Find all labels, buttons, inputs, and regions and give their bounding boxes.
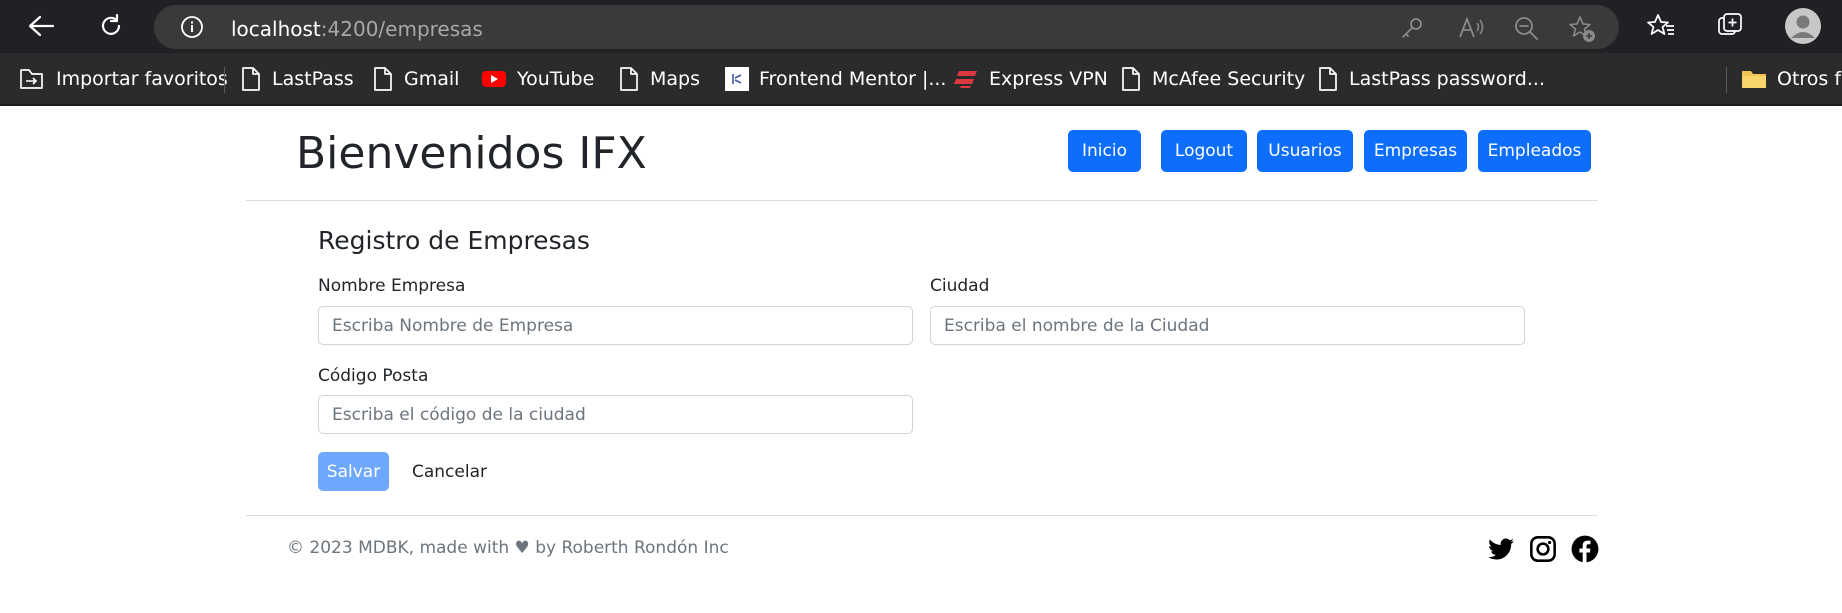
favorites-icon[interactable] <box>1645 10 1677 42</box>
nav-inicio-button[interactable]: Inicio <box>1068 130 1141 172</box>
site-info-icon[interactable] <box>180 15 204 39</box>
bookmark-express-vpn[interactable]: Express VPN <box>953 65 1108 93</box>
nombre-empresa-input[interactable] <box>318 306 913 345</box>
bookmark-mcafee[interactable]: McAfee Security <box>1120 65 1305 93</box>
add-favorite-icon[interactable] <box>1568 15 1595 42</box>
expressvpn-icon <box>954 71 977 88</box>
save-button[interactable]: Salvar <box>318 452 389 491</box>
footer-copyright: © 2023 MDBK, made with ♥ by Roberth Rond… <box>287 538 729 558</box>
refresh-icon[interactable] <box>95 10 127 42</box>
twitter-icon[interactable] <box>1487 535 1515 563</box>
footer-divider <box>246 515 1598 516</box>
bookmark-label: Express VPN <box>989 68 1108 90</box>
bookmark-label: LastPass <box>272 68 354 90</box>
nav-usuarios-button[interactable]: Usuarios <box>1257 130 1353 172</box>
frontend-mentor-icon <box>725 67 749 91</box>
bookmark-label: LastPass password... <box>1349 68 1545 90</box>
bookmark-lastpass-password[interactable]: LastPass password... <box>1317 65 1545 93</box>
bookmark-label: Otros fa <box>1777 68 1842 90</box>
page-icon <box>1319 67 1337 91</box>
header-divider <box>246 200 1598 201</box>
page-icon <box>1122 67 1140 91</box>
page-icon <box>620 67 638 91</box>
youtube-icon <box>482 71 506 87</box>
ciudad-label: Ciudad <box>930 276 990 296</box>
browser-toolbar: localhost:4200/empresas <box>0 0 1842 53</box>
bookmark-otros-favoritos[interactable]: Otros fa <box>1741 65 1842 93</box>
nav-logout-button[interactable]: Logout <box>1161 130 1247 172</box>
bookmark-label: Gmail <box>404 68 460 90</box>
back-icon[interactable] <box>25 10 57 42</box>
bookmark-separator <box>224 67 225 93</box>
read-aloud-icon[interactable] <box>1457 15 1484 41</box>
cancel-button[interactable]: Cancelar <box>412 452 487 491</box>
collections-icon[interactable] <box>1714 10 1746 42</box>
form-title: Registro de Empresas <box>318 226 590 255</box>
page-icon <box>242 67 260 91</box>
address-bar[interactable]: localhost:4200/empresas <box>154 5 1619 49</box>
url-text: localhost:4200/empresas <box>231 17 483 41</box>
bookmark-label: Maps <box>650 68 700 90</box>
folder-icon <box>1742 71 1766 88</box>
nav-empleados-button[interactable]: Empleados <box>1478 130 1591 172</box>
bookmark-youtube[interactable]: YouTube <box>481 65 594 93</box>
bookmark-maps[interactable]: Maps <box>618 65 700 93</box>
facebook-icon[interactable] <box>1571 535 1599 563</box>
profile-avatar-icon[interactable] <box>1785 8 1821 44</box>
nombre-empresa-label: Nombre Empresa <box>318 276 466 296</box>
bookmarks-bar: Importar favoritos LastPass Gmail YouTub… <box>0 53 1842 106</box>
bookmark-label: Importar favoritos <box>56 68 228 90</box>
bookmark-lastpass[interactable]: LastPass <box>240 65 354 93</box>
page-content: Bienvenidos IFX Inicio Logout Usuarios E… <box>0 108 1842 613</box>
bookmark-label: Frontend Mentor |... <box>759 68 947 90</box>
codigo-postal-label: Código Posta <box>318 366 429 386</box>
bookmark-separator <box>1726 67 1727 93</box>
bookmark-gmail[interactable]: Gmail <box>372 65 459 93</box>
codigo-postal-input[interactable] <box>318 395 913 434</box>
url-path: :4200/empresas <box>320 17 483 41</box>
bookmark-importar-favoritos[interactable]: Importar favoritos <box>18 65 228 93</box>
import-icon <box>20 69 43 89</box>
url-host: localhost <box>231 17 321 41</box>
ciudad-input[interactable] <box>930 306 1525 345</box>
nav-empresas-button[interactable]: Empresas <box>1364 130 1467 172</box>
bookmark-frontend-mentor[interactable]: Frontend Mentor |... <box>725 65 946 93</box>
zoom-out-icon[interactable] <box>1513 15 1539 41</box>
bookmark-label: McAfee Security <box>1152 68 1306 90</box>
key-icon[interactable] <box>1399 15 1425 41</box>
page-icon <box>374 67 392 91</box>
bookmark-label: YouTube <box>517 68 595 90</box>
instagram-icon[interactable] <box>1529 535 1557 563</box>
page-title: Bienvenidos IFX <box>296 128 647 179</box>
